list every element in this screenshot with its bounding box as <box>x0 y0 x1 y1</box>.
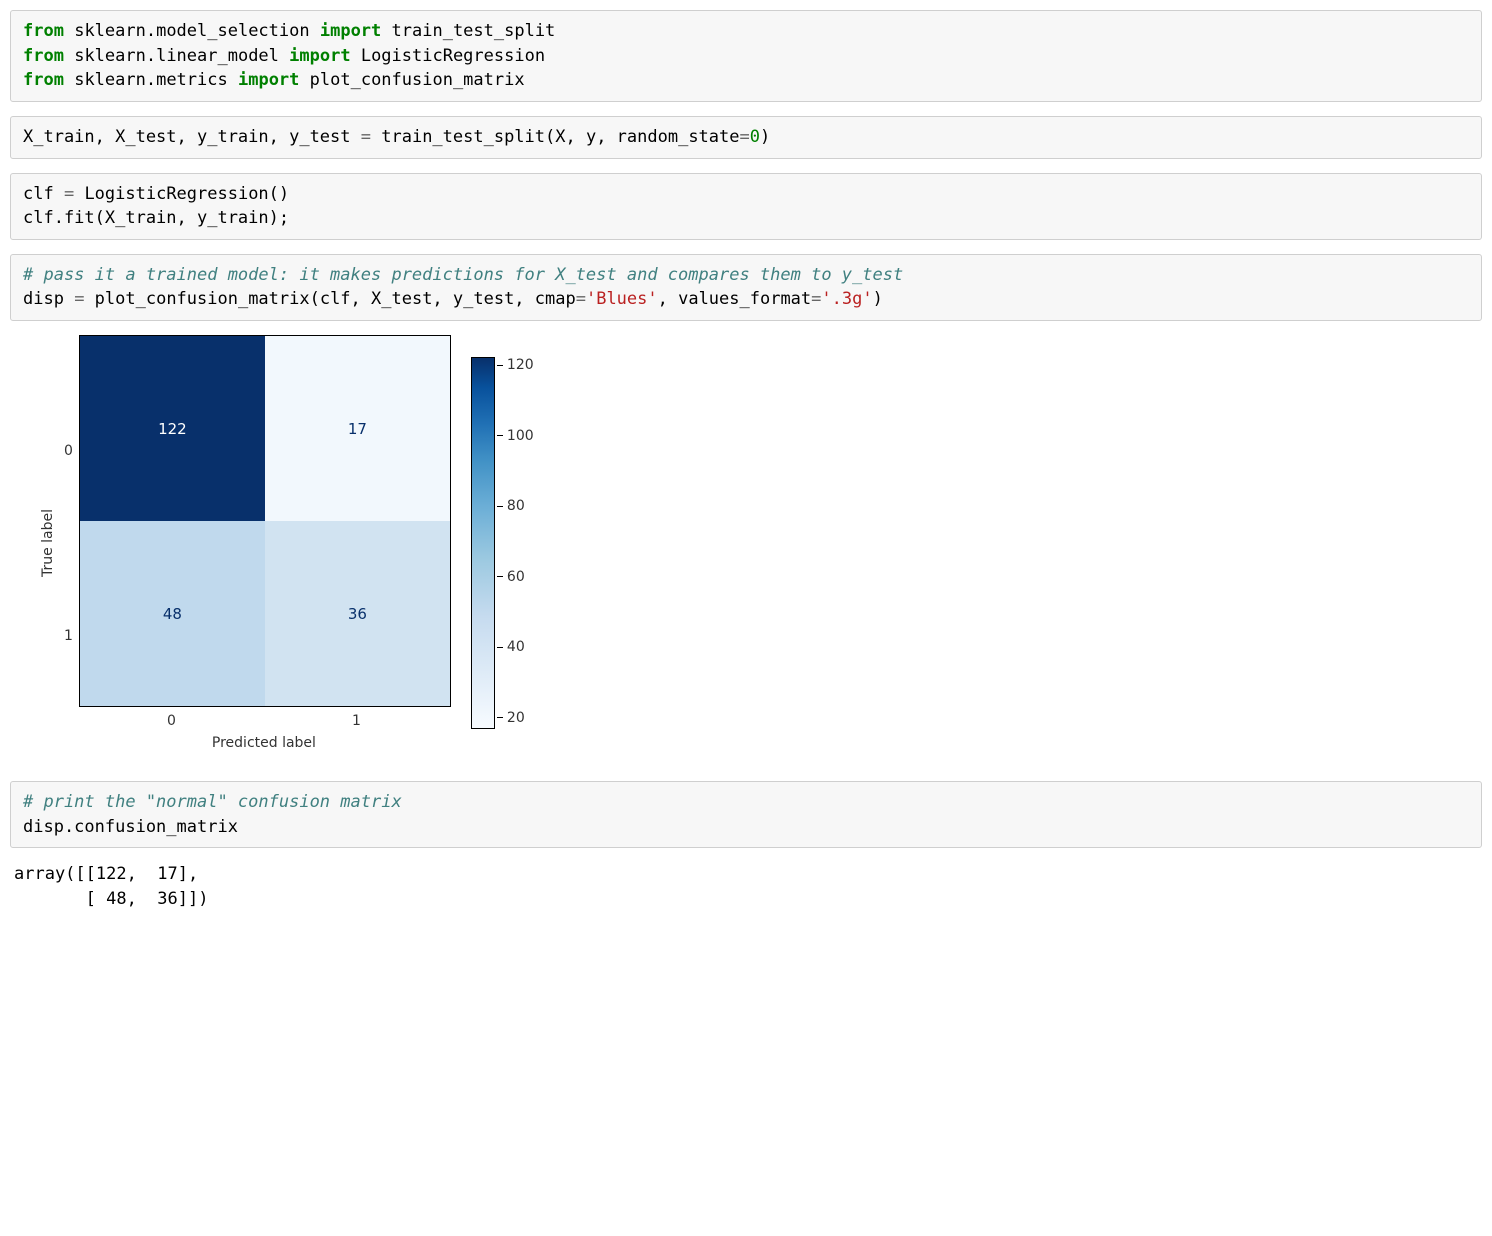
equals-op: = <box>740 127 750 147</box>
number-literal: 0 <box>750 127 760 147</box>
close-paren: ) <box>873 289 883 309</box>
code-cell-print-cm[interactable]: # print the "normal" confusion matrix di… <box>10 781 1482 848</box>
colorbar-tick: 40 <box>497 639 525 655</box>
keyword-import: import <box>320 21 381 41</box>
y-ticks: 0 1 <box>64 358 73 728</box>
code-cell-imports[interactable]: from sklearn.model_selection import trai… <box>10 10 1482 102</box>
assignment-lhs: clf <box>23 184 64 204</box>
keyword-from: from <box>23 70 64 90</box>
expr: LogisticRegression() <box>74 184 289 204</box>
close-paren: ) <box>760 127 770 147</box>
heatmap-cell-01: 17 <box>265 336 450 521</box>
func-call: plot_confusion_matrix(clf, X_test, y_tes… <box>84 289 575 309</box>
colorbar-tick: 120 <box>497 357 534 373</box>
import-name: LogisticRegression <box>361 46 545 66</box>
colorbar-tick: 20 <box>497 710 525 726</box>
plot-output: True label 0 1 122 17 48 36 0 <box>10 335 1482 751</box>
confusion-matrix-heatmap: 122 17 48 36 <box>79 335 451 707</box>
heatmap-row: 48 36 <box>80 521 450 706</box>
heatmap-row: 122 17 <box>80 336 450 521</box>
keyword-import: import <box>238 70 299 90</box>
assignment-lhs: X_train, X_test, y_train, y_test <box>23 127 361 147</box>
y-tick-0: 0 <box>64 443 73 459</box>
args: X, y, random_state <box>555 127 739 147</box>
heatmap-cell-11: 36 <box>265 521 450 706</box>
open-paren: ( <box>545 127 555 147</box>
code-cell-fit[interactable]: clf = LogisticRegression() clf.fit(X_tra… <box>10 173 1482 240</box>
x-ticks: 0 1 <box>79 713 449 729</box>
comment: # print the "normal" confusion matrix <box>23 792 402 812</box>
import-name: train_test_split <box>392 21 556 41</box>
stmt: clf.fit(X_train, y_train); <box>23 208 289 228</box>
code-cell-plot[interactable]: # pass it a trained model: it makes pred… <box>10 254 1482 321</box>
keyword-import: import <box>289 46 350 66</box>
args: , values_format <box>658 289 812 309</box>
string-literal: 'Blues' <box>586 289 658 309</box>
code-cell-split[interactable]: X_train, X_test, y_train, y_test = train… <box>10 116 1482 159</box>
colorbar: 20406080100120 <box>471 357 497 729</box>
expr: disp.confusion_matrix <box>23 817 238 837</box>
equals-op: = <box>576 289 586 309</box>
func-name: train_test_split <box>371 127 545 147</box>
x-tick-1: 1 <box>352 713 361 729</box>
x-tick-0: 0 <box>167 713 176 729</box>
colorbar-tick: 100 <box>497 428 534 444</box>
string-literal: '.3g' <box>821 289 872 309</box>
equals-op: = <box>74 289 84 309</box>
colorbar-tick: 60 <box>497 569 525 585</box>
y-tick-1: 1 <box>64 628 73 644</box>
assignment-lhs: disp <box>23 289 74 309</box>
module-name: sklearn.metrics <box>74 70 228 90</box>
keyword-from: from <box>23 21 64 41</box>
equals-op: = <box>64 184 74 204</box>
equals-op: = <box>361 127 371 147</box>
x-axis-label: Predicted label <box>79 735 449 751</box>
module-name: sklearn.linear_model <box>74 46 279 66</box>
array-output: array([[122, 17], [ 48, 36]]) <box>14 862 1482 911</box>
comment: # pass it a trained model: it makes pred… <box>23 265 903 285</box>
colorbar-tick: 80 <box>497 498 525 514</box>
import-name: plot_confusion_matrix <box>310 70 525 90</box>
heatmap-cell-10: 48 <box>80 521 265 706</box>
colorbar-gradient <box>471 357 495 729</box>
heatmap-cell-00: 122 <box>80 336 265 521</box>
module-name: sklearn.model_selection <box>74 21 309 41</box>
text-output: array([[122, 17], [ 48, 36]]) <box>10 862 1482 911</box>
equals-op: = <box>811 289 821 309</box>
keyword-from: from <box>23 46 64 66</box>
y-axis-label: True label <box>40 509 56 577</box>
